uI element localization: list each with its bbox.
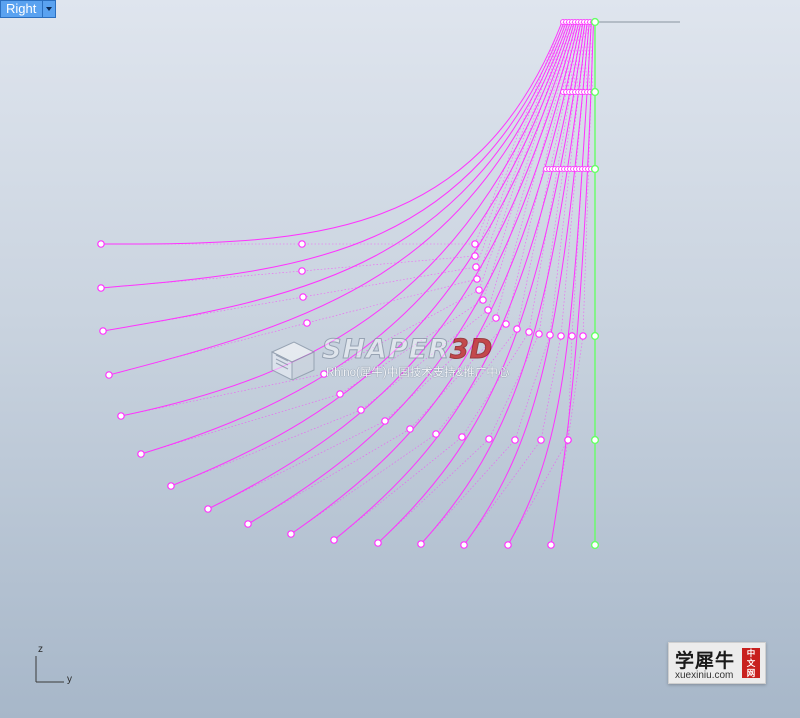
control-polygon <box>108 21 569 376</box>
control-point[interactable] <box>303 319 311 327</box>
control-point[interactable] <box>458 433 466 441</box>
control-polygon <box>290 21 582 535</box>
control-point[interactable] <box>579 332 587 340</box>
control-point[interactable] <box>99 327 107 335</box>
control-polygon <box>247 21 580 525</box>
control-polygon <box>101 21 563 245</box>
control-point[interactable] <box>472 263 480 271</box>
control-polygon <box>507 21 592 546</box>
control-point[interactable] <box>471 252 479 260</box>
control-point[interactable] <box>97 284 105 292</box>
control-point[interactable] <box>298 267 306 275</box>
control-point[interactable] <box>105 371 113 379</box>
brand-name: 学犀牛 <box>675 650 736 672</box>
control-point[interactable] <box>244 520 252 528</box>
control-point[interactable] <box>525 328 533 336</box>
axis-z-label: z <box>38 644 43 655</box>
curve[interactable] <box>140 21 573 455</box>
control-polygon <box>120 21 571 417</box>
control-point[interactable] <box>299 293 307 301</box>
control-point[interactable] <box>330 536 338 544</box>
curve[interactable] <box>420 21 588 545</box>
control-point[interactable] <box>137 450 145 458</box>
control-point[interactable] <box>546 331 554 339</box>
control-point[interactable] <box>320 370 328 378</box>
curve[interactable] <box>207 21 578 510</box>
control-point[interactable] <box>417 540 425 548</box>
control-point[interactable] <box>432 430 440 438</box>
control-point[interactable] <box>97 240 105 248</box>
control-point[interactable] <box>287 530 295 538</box>
control-point[interactable] <box>117 412 125 420</box>
curve[interactable] <box>102 21 567 332</box>
world-axis-indicator: z y <box>30 644 80 688</box>
edge-control-point[interactable] <box>590 331 600 341</box>
curve[interactable] <box>333 21 584 541</box>
control-polygon <box>140 21 573 455</box>
control-point[interactable] <box>471 240 479 248</box>
brand-tag: 中文网 <box>742 648 760 678</box>
edge-control-point[interactable] <box>590 164 600 174</box>
control-point[interactable] <box>511 436 519 444</box>
control-point[interactable] <box>564 436 572 444</box>
control-point[interactable] <box>473 275 481 283</box>
control-point[interactable] <box>204 505 212 513</box>
control-point[interactable] <box>485 435 493 443</box>
control-point[interactable] <box>374 539 382 547</box>
viewport-tab[interactable]: Right <box>0 0 57 18</box>
control-point[interactable] <box>479 296 487 304</box>
curve[interactable] <box>170 21 576 487</box>
edge-control-point[interactable] <box>590 87 600 97</box>
control-point[interactable] <box>460 541 468 549</box>
control-point[interactable] <box>167 482 175 490</box>
control-point[interactable] <box>336 390 344 398</box>
control-polygon <box>170 21 575 487</box>
viewport-name-label[interactable]: Right <box>1 1 43 17</box>
control-point[interactable] <box>475 286 483 294</box>
brand-badge: 学犀牛 中文网 xuexiniu.com <box>668 642 766 684</box>
curve[interactable] <box>290 21 582 535</box>
curve[interactable] <box>108 21 569 376</box>
control-point[interactable] <box>557 332 565 340</box>
control-polygon <box>333 21 584 541</box>
curve[interactable] <box>507 21 592 546</box>
brand-url: xuexiniu.com <box>675 670 734 681</box>
control-point[interactable] <box>547 541 555 549</box>
control-point[interactable] <box>492 314 500 322</box>
control-point[interactable] <box>537 436 545 444</box>
control-point[interactable] <box>484 306 492 314</box>
control-point[interactable] <box>381 417 389 425</box>
control-point[interactable] <box>502 320 510 328</box>
right-viewport[interactable]: Right SHAPER3D Rhino(犀牛)中国技术支持&推广中心 z y … <box>0 0 800 718</box>
control-point[interactable] <box>298 240 306 248</box>
control-point[interactable] <box>357 406 365 414</box>
control-point[interactable] <box>568 332 576 340</box>
control-polygon <box>102 21 567 332</box>
control-polygon <box>207 21 577 510</box>
edge-control-point[interactable] <box>590 17 600 27</box>
edge-control-point[interactable] <box>590 435 600 445</box>
curve[interactable] <box>247 21 580 525</box>
curve[interactable] <box>100 21 563 245</box>
control-point[interactable] <box>406 425 414 433</box>
axis-y-label: y <box>67 674 72 685</box>
control-point[interactable] <box>535 330 543 338</box>
edge-control-point[interactable] <box>590 540 600 550</box>
viewport-menu-dropdown-icon[interactable] <box>42 1 56 17</box>
control-polygon <box>420 21 588 545</box>
control-point[interactable] <box>513 325 521 333</box>
curve-scene[interactable] <box>0 0 800 718</box>
control-point[interactable] <box>504 541 512 549</box>
